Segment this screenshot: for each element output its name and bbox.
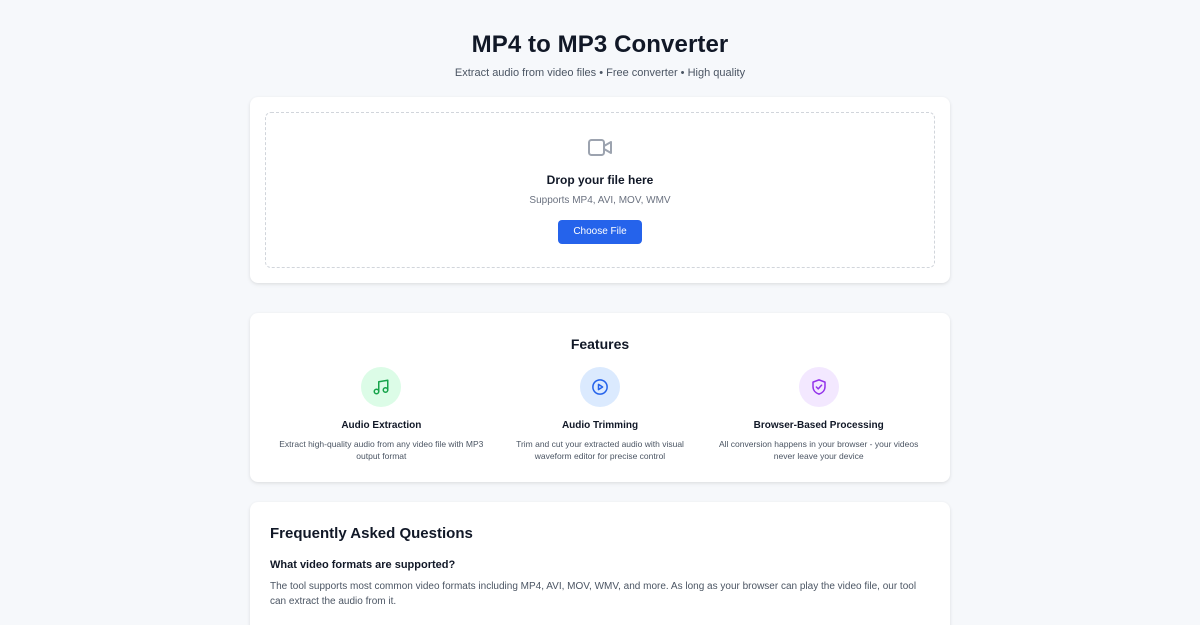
faq-item: What video formats are supported? The to… — [270, 558, 930, 609]
page: MP4 to MP3 Converter Extract audio from … — [0, 0, 1200, 625]
music-note-icon — [373, 379, 389, 395]
faq-card: Frequently Asked Questions What video fo… — [250, 502, 950, 625]
supported-formats: Supports MP4, AVI, MOV, WMV — [529, 195, 671, 206]
file-dropzone[interactable]: Drop your file here Supports MP4, AVI, M… — [265, 112, 935, 268]
faq-title: Frequently Asked Questions — [270, 525, 473, 542]
feature-audio-extraction: Audio Extraction Extract high-quality au… — [272, 367, 491, 462]
page-subtitle: Extract audio from video files • Free co… — [454, 67, 746, 79]
features-card: Features Audio Extraction Extract high-q… — [250, 313, 950, 482]
feature-icon-wrap — [361, 367, 402, 407]
feature-desc: Extract high-quality audio from any vide… — [279, 439, 484, 461]
page-title: MP4 to MP3 Converter — [471, 31, 729, 58]
faq-question: What video formats are supported? — [270, 559, 456, 571]
feature-desc: All conversion happens in your browser -… — [718, 439, 919, 461]
choose-file-button[interactable]: Choose File — [558, 220, 642, 244]
drop-title: Drop your file here — [546, 173, 654, 187]
upload-card: Drop your file here Supports MP4, AVI, M… — [250, 97, 950, 283]
feature-icon-wrap — [580, 367, 620, 407]
feature-name: Audio Extraction — [341, 420, 422, 431]
features-grid: Audio Extraction Extract high-quality au… — [250, 367, 950, 462]
shield-check-icon — [811, 379, 826, 395]
page-header: MP4 to MP3 Converter Extract audio from … — [0, 0, 1200, 80]
features-title: Features — [570, 336, 630, 352]
feature-name: Browser-Based Processing — [753, 420, 884, 431]
feature-name: Audio Trimming — [561, 420, 639, 431]
video-camera-icon — [588, 139, 612, 156]
feature-audio-trimming: Audio Trimming Trim and cut your extract… — [491, 367, 710, 462]
feature-desc: Trim and cut your extracted audio with v… — [516, 439, 684, 461]
feature-icon-wrap — [798, 367, 839, 407]
feature-browser-processing: Browser-Based Processing All conversion … — [709, 367, 928, 462]
faq-answer: The tool supports most common video form… — [270, 581, 917, 607]
play-circle-icon — [592, 379, 608, 395]
